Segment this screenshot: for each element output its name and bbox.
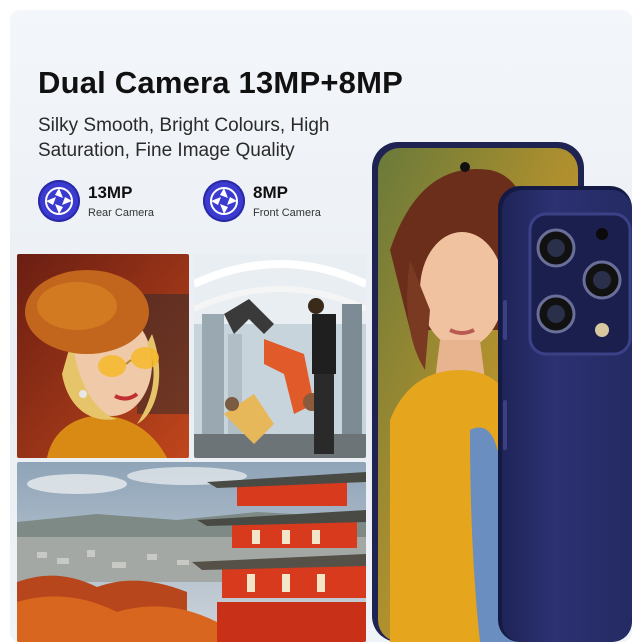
camera-aperture-icon bbox=[38, 180, 80, 222]
rear-megapixels: 13MP bbox=[88, 183, 133, 202]
front-label: Front Camera bbox=[253, 207, 321, 219]
rear-label: Rear Camera bbox=[88, 207, 155, 219]
feature-rear-camera: 13MP Rear Camera bbox=[38, 180, 154, 222]
sample-photo-pagoda bbox=[17, 462, 366, 642]
camera-aperture-icon bbox=[203, 180, 245, 222]
sample-photo-portrait-beret bbox=[17, 254, 189, 458]
front-megapixels: 8MP bbox=[253, 183, 288, 202]
product-banner: Dual Camera 13MP+8MP Silky Smooth, Brigh… bbox=[10, 10, 632, 642]
feature-front-camera: 8MP Front Camera bbox=[203, 180, 321, 222]
headline: Dual Camera 13MP+8MP bbox=[38, 65, 403, 100]
sample-photo-dancers bbox=[194, 254, 366, 458]
subtitle: Silky Smooth, Bright Colours, High Satur… bbox=[38, 115, 330, 161]
phone-illustration bbox=[370, 130, 632, 642]
